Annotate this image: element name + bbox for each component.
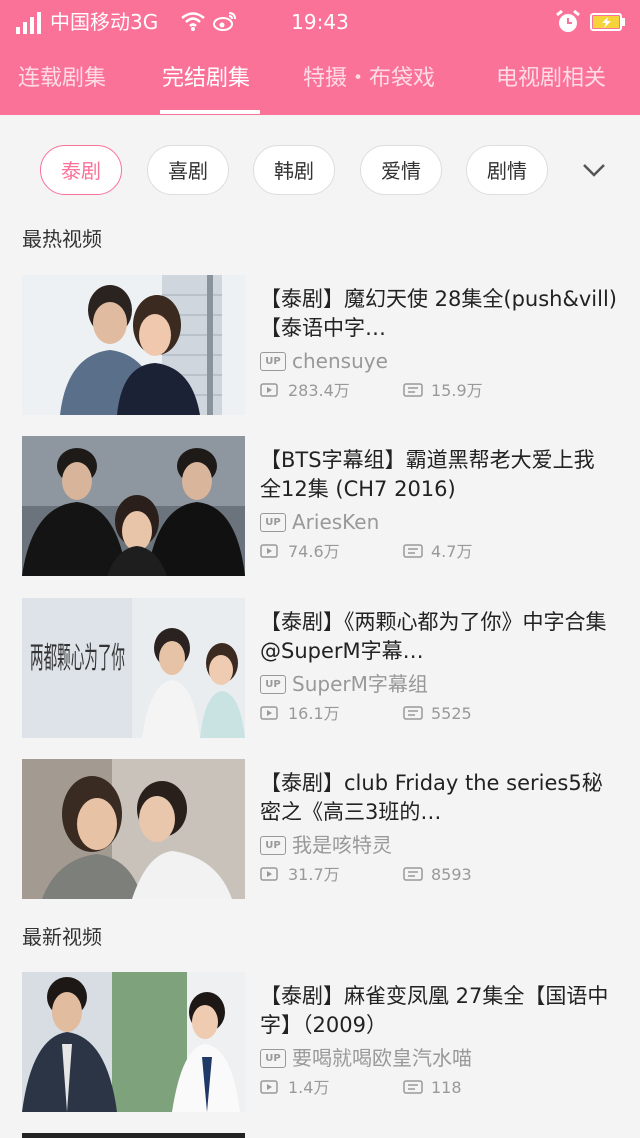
danmaku-count: 4.7万 (431, 542, 473, 561)
uploader-name: SuperM字幕组 (292, 672, 428, 696)
video-title[interactable]: 【泰剧】《两颗心都为了你》中字合集 @SuperM字幕… (260, 608, 620, 666)
up-badge: UP (260, 675, 286, 694)
play-count: 16.1万 (288, 704, 340, 723)
play-count: 74.6万 (288, 542, 340, 561)
uploader-name: chensuye (292, 349, 388, 373)
chip-korean-drama[interactable]: 韩剧 (253, 145, 335, 195)
section-title-hot: 最热视频 (22, 227, 102, 251)
video-item[interactable]: 【泰剧】麻雀变凤凰 27集全【国语中字】（2009） UP 要喝就喝欧皇汽水喵 … (0, 972, 640, 1112)
tab-tokusatsu[interactable]: 特摄・布袋戏 (303, 64, 435, 94)
play-count: 1.4万 (288, 1078, 330, 1097)
video-stats: 283.4万 15.9万 (260, 380, 620, 402)
video-title[interactable]: 【泰剧】club Friday the series5秘密之《高三3班的… (260, 769, 620, 827)
video-stats: 16.1万 5525 (260, 703, 620, 725)
danmaku-icon (403, 383, 423, 397)
uploader-name: AriesKen (292, 510, 380, 534)
danmaku-icon (403, 867, 423, 881)
video-title[interactable]: 【泰剧】麻雀变凤凰 27集全【国语中字】（2009） (260, 982, 620, 1040)
chip-romance[interactable]: 爱情 (360, 145, 442, 195)
danmaku-count: 8593 (431, 865, 472, 884)
video-stats: 31.7万 8593 (260, 864, 620, 886)
danmaku-icon (403, 1080, 423, 1094)
video-thumbnail[interactable] (22, 275, 245, 415)
alarm-icon (556, 9, 580, 32)
app-header: 中国移动3G 19:43 连载剧集 完结剧集 特摄・布袋戏 电视剧相关 (0, 0, 640, 115)
next-video-thumbnail-edge (22, 1133, 245, 1138)
play-count: 31.7万 (288, 865, 340, 884)
tab-bar: 连载剧集 完结剧集 特摄・布袋戏 电视剧相关 (0, 50, 640, 115)
video-thumbnail[interactable]: 两都颗心为了你 (22, 598, 245, 738)
thumbnail-caption: 两都颗心为了你 (30, 641, 125, 676)
video-item[interactable]: 【泰剧】魔幻天使 28集全(push&vill)【泰语中字… UP chensu… (0, 275, 640, 415)
video-item[interactable]: 【泰剧】club Friday the series5秘密之《高三3班的… UP… (0, 759, 640, 899)
status-bar: 中国移动3G 19:43 (0, 0, 640, 46)
battery-icon (590, 13, 625, 31)
video-thumbnail[interactable] (22, 972, 245, 1112)
category-chips: 泰剧 喜剧 韩剧 爱情 剧情 (0, 145, 640, 197)
chip-thai-drama[interactable]: 泰剧 (40, 145, 122, 195)
video-title[interactable]: 【BTS字幕组】霸道黑帮老大爱上我 全12集 (CH7 2016) (260, 446, 620, 504)
chevron-down-icon[interactable] (574, 155, 614, 185)
danmaku-icon (403, 544, 423, 558)
chip-drama[interactable]: 剧情 (466, 145, 548, 195)
video-item[interactable]: 【BTS字幕组】霸道黑帮老大爱上我 全12集 (CH7 2016) UP Ari… (0, 436, 640, 576)
danmaku-count: 118 (431, 1078, 462, 1097)
up-badge: UP (260, 1049, 286, 1068)
tab-tv-related[interactable]: 电视剧相关 (496, 64, 606, 94)
video-stats: 1.4万 118 (260, 1077, 620, 1099)
uploader-name: 我是咳特灵 (292, 833, 392, 857)
clock: 19:43 (291, 10, 349, 34)
section-title-new: 最新视频 (22, 925, 102, 949)
play-count-icon (260, 1080, 278, 1094)
danmaku-icon (403, 706, 423, 720)
chip-comedy[interactable]: 喜剧 (147, 145, 229, 195)
uploader-name: 要喝就喝欧皇汽水喵 (292, 1046, 472, 1070)
play-count-icon (260, 706, 278, 720)
video-thumbnail[interactable] (22, 436, 245, 576)
play-count-icon (260, 383, 278, 397)
up-badge: UP (260, 513, 286, 532)
tab-completed[interactable]: 完结剧集 (162, 64, 250, 94)
play-count-icon (260, 544, 278, 558)
tab-serializing[interactable]: 连载剧集 (18, 64, 106, 94)
video-thumbnail[interactable] (22, 759, 245, 899)
play-count: 283.4万 (288, 381, 350, 400)
up-badge: UP (260, 836, 286, 855)
danmaku-count: 5525 (431, 704, 472, 723)
active-tab-indicator (160, 110, 260, 114)
video-stats: 74.6万 4.7万 (260, 541, 620, 563)
danmaku-count: 15.9万 (431, 381, 483, 400)
video-title[interactable]: 【泰剧】魔幻天使 28集全(push&vill)【泰语中字… (260, 285, 620, 343)
up-badge: UP (260, 352, 286, 371)
play-count-icon (260, 867, 278, 881)
video-item[interactable]: 两都颗心为了你 【泰剧】《两颗心都为了你》中字合集 @SuperM字幕… UP … (0, 598, 640, 738)
